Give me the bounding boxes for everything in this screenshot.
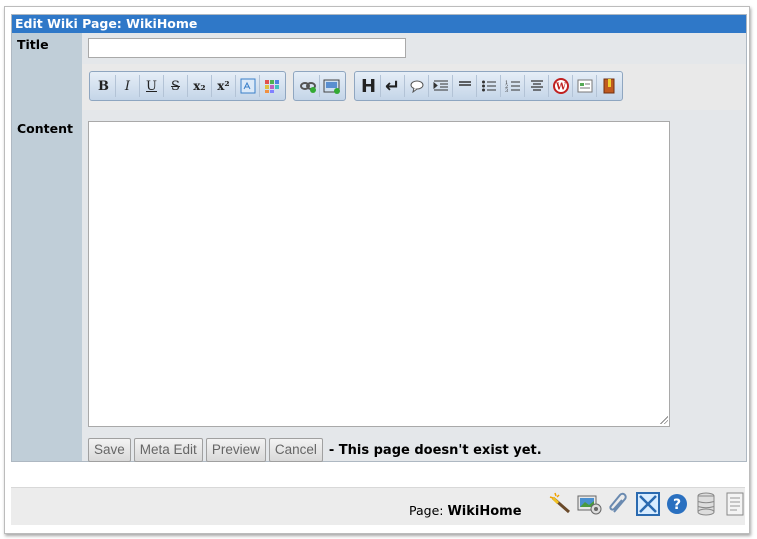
- title-label: Title: [17, 37, 49, 52]
- insert-toolbar-group: [293, 71, 346, 101]
- title-input[interactable]: [88, 38, 406, 58]
- format-toolbar-group: B I U S x₂ x²: [89, 71, 286, 101]
- panel-title: Edit Wiki Page: WikiHome: [12, 15, 746, 33]
- edit-panel: Edit Wiki Page: WikiHome Title B I U S x…: [11, 14, 747, 462]
- image-gallery-icon[interactable]: [577, 491, 603, 517]
- svg-text:W: W: [554, 83, 566, 93]
- footer-icons: ?: [548, 491, 751, 517]
- meta-edit-button[interactable]: Meta Edit: [133, 438, 203, 462]
- center-align-icon[interactable]: [525, 75, 549, 97]
- insert-image-icon[interactable]: [320, 75, 343, 97]
- horizontal-rule-icon[interactable]: [453, 75, 477, 97]
- subscript-icon[interactable]: x₂: [188, 75, 212, 97]
- color-palette-icon[interactable]: [260, 75, 283, 97]
- content-textarea[interactable]: [88, 121, 670, 427]
- magic-wand-icon[interactable]: [548, 491, 574, 517]
- strikethrough-icon[interactable]: S: [164, 75, 188, 97]
- help-icon[interactable]: ?: [664, 491, 690, 517]
- page-name: WikiHome: [447, 504, 522, 519]
- insert-link-icon[interactable]: [296, 75, 320, 97]
- line-break-icon[interactable]: ↵: [381, 75, 405, 97]
- comment-icon[interactable]: [405, 75, 429, 97]
- svg-text:?: ?: [673, 497, 681, 513]
- page-label: Page:: [409, 503, 444, 518]
- indent-icon[interactable]: [429, 75, 453, 97]
- wikipedia-icon[interactable]: W: [549, 75, 573, 97]
- book-icon[interactable]: [597, 75, 620, 97]
- footer-bar: Page: WikiHome ?: [11, 487, 745, 525]
- page-info: Page: WikiHome: [409, 503, 522, 519]
- form-button-row: Save Meta Edit Preview Cancel - This pag…: [88, 438, 542, 462]
- italic-icon[interactable]: I: [116, 75, 140, 97]
- numbered-list-icon[interactable]: 123: [501, 75, 525, 97]
- structure-toolbar-group: H ↵ 123 W: [354, 71, 623, 101]
- insert-special-icon[interactable]: [236, 75, 260, 97]
- expand-icon[interactable]: [635, 491, 661, 517]
- bullet-list-icon[interactable]: [477, 75, 501, 97]
- superscript-icon[interactable]: x²: [212, 75, 236, 97]
- document-icon[interactable]: [722, 491, 748, 517]
- bold-icon[interactable]: B: [92, 75, 116, 97]
- underline-icon[interactable]: U: [140, 75, 164, 97]
- save-button[interactable]: Save: [88, 438, 131, 462]
- preview-button[interactable]: Preview: [205, 438, 266, 462]
- svg-text:3: 3: [505, 88, 508, 93]
- template-icon[interactable]: [573, 75, 597, 97]
- heading-icon[interactable]: H: [357, 75, 381, 97]
- label-column: [12, 33, 82, 461]
- status-message: - This page doesn't exist yet.: [328, 442, 542, 458]
- content-label: Content: [17, 121, 73, 136]
- database-icon[interactable]: [693, 491, 719, 517]
- cancel-button[interactable]: Cancel: [268, 438, 323, 462]
- attachment-icon[interactable]: [606, 491, 632, 517]
- window-frame: Edit Wiki Page: WikiHome Title B I U S x…: [4, 6, 750, 534]
- resize-grip-icon[interactable]: [660, 416, 668, 424]
